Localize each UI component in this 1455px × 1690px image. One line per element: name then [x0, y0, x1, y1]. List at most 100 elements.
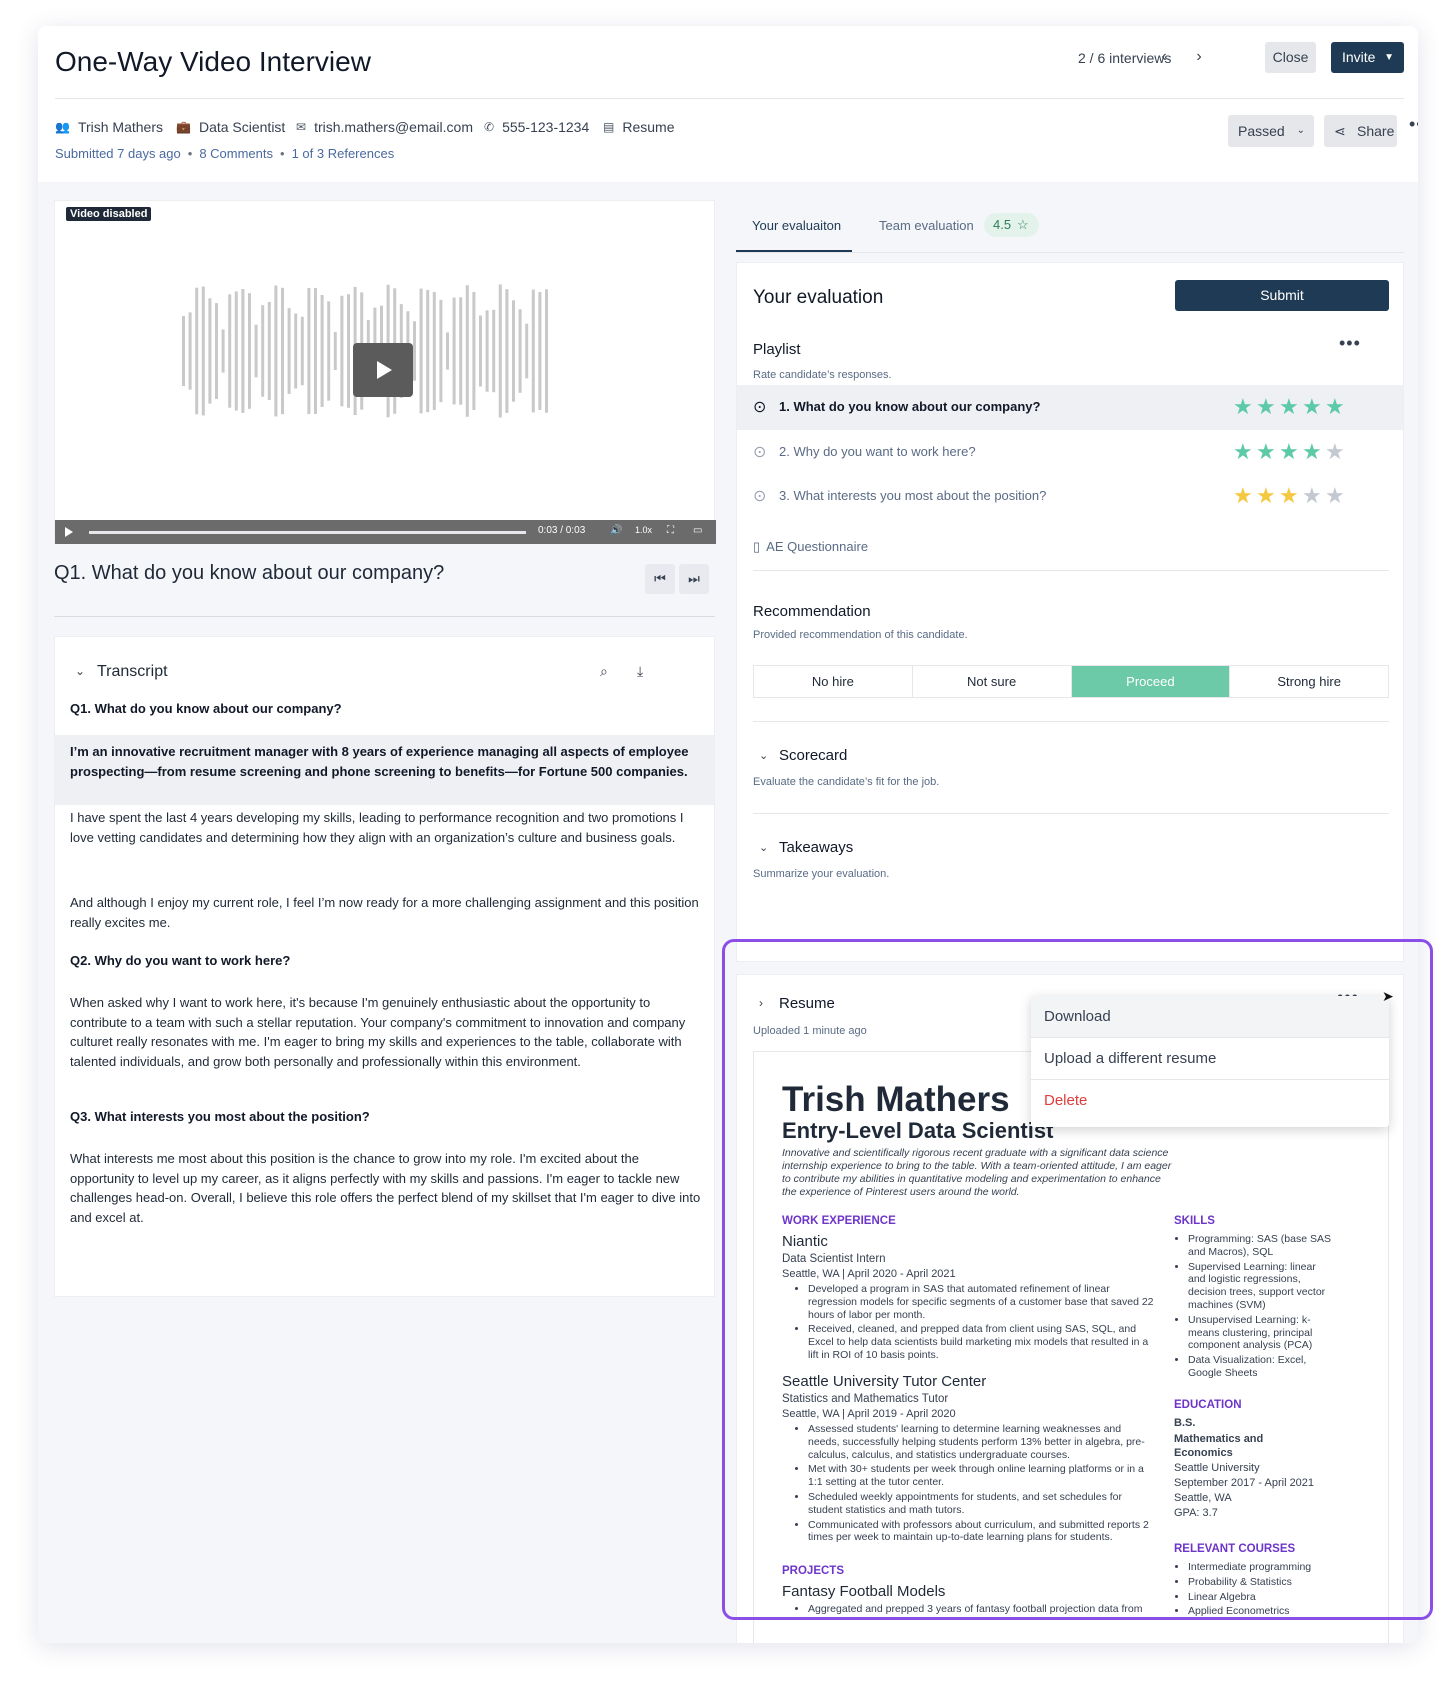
play-button[interactable] [353, 343, 413, 397]
submit-button[interactable]: Submit [1175, 280, 1389, 311]
tab-team-evaluation[interactable]: Team evaluation [879, 218, 974, 233]
video-controls: 0:03 / 0:03 🔊 1.0x ⛶ ▭ [55, 520, 716, 544]
waveform-bar [188, 312, 192, 390]
transcript-heading[interactable]: Transcript [97, 663, 168, 681]
star-icon[interactable]: ★ [1256, 483, 1279, 509]
waveform-bar [254, 324, 258, 378]
playlist-item[interactable]: ⊙ 3. What interests you most about the p… [737, 474, 1403, 519]
recommendation-option-not-sure[interactable]: Not sure [913, 666, 1072, 697]
star-icon[interactable]: ★ [1325, 483, 1348, 509]
transcript-question: Q3. What interests you most about the po… [70, 1109, 370, 1124]
close-button[interactable]: Close [1265, 42, 1316, 73]
takeaways-heading[interactable]: Takeaways [779, 839, 853, 856]
chevron-down-icon[interactable]: ⌄ [75, 664, 85, 678]
transcript-question: Q1. What do you know about our company? [70, 701, 342, 716]
ae-questionnaire-label: AE Questionnaire [766, 539, 869, 554]
prev-interview-button[interactable]: ‹ [1153, 46, 1175, 68]
download-icon[interactable]: ⤓ [637, 663, 643, 680]
fullscreen-icon[interactable]: ⛶ [667, 525, 674, 536]
captions-icon[interactable]: ▭ [693, 525, 702, 536]
playlist-item[interactable]: ⊙ 1. What do you know about our company?… [737, 385, 1403, 430]
candidate-phone[interactable]: ✆ 555-123-1234 [484, 119, 589, 135]
progress-bar[interactable] [89, 531, 526, 534]
star-icon[interactable]: ★ [1233, 483, 1256, 509]
recommendation-option-no-hire[interactable]: No hire [754, 666, 913, 697]
star-icon[interactable]: ★ [1302, 483, 1325, 509]
play-circle-icon: ⊙ [753, 399, 767, 416]
next-question-button[interactable]: ⏭ [679, 564, 709, 594]
more-options-icon[interactable]: ••• [1339, 333, 1361, 354]
transcript-paragraph[interactable]: When asked why I want to work here, it's… [70, 993, 705, 1071]
share-label: Share [1357, 123, 1395, 139]
transcript-question: Q2. Why do you want to work here? [70, 953, 291, 968]
invite-button[interactable]: Invite ▼ [1331, 42, 1404, 73]
star-icon[interactable]: ★ [1256, 394, 1279, 420]
candidate-name-text: Trish Mathers [77, 119, 164, 135]
briefcase-icon: 💼 [176, 120, 191, 134]
status-dropdown[interactable]: Passed ⌄ [1228, 115, 1314, 147]
more-options-icon[interactable]: ••• [1409, 114, 1418, 135]
star-icon: ☆ [1017, 217, 1029, 232]
waveform-bar [518, 309, 522, 393]
play-icon[interactable] [65, 527, 73, 537]
recommendation-option-proceed[interactable]: Proceed [1071, 666, 1231, 697]
star-rating[interactable]: ★ ★ ★ ★ ★ [1233, 439, 1348, 465]
highlight-box [722, 939, 1433, 1620]
star-icon[interactable]: ★ [1233, 439, 1256, 465]
volume-icon[interactable]: 🔊 [610, 525, 622, 536]
star-icon[interactable]: ★ [1279, 439, 1302, 465]
waveform-bar [307, 287, 311, 415]
evaluation-panel: Your evaluation Submit Playlist ••• Rate… [736, 262, 1404, 962]
video-player[interactable]: Video disabled 0:03 / 0:03 🔊 1.0x ⛶ ▭ [54, 200, 716, 544]
next-interview-button[interactable]: › [1188, 46, 1210, 68]
playlist-item-label: 3. What interests you most about the pos… [779, 488, 1047, 503]
tab-your-evaluation[interactable]: Your evaluaiton [752, 218, 841, 233]
waveform-bar [287, 308, 291, 394]
recommendation-option-strong-hire[interactable]: Strong hire [1230, 666, 1388, 697]
transcript-paragraph[interactable]: I have spent the last 4 years developing… [70, 808, 705, 847]
playlist-item-label: 1. What do you know about our company? [779, 399, 1041, 414]
transcript-paragraph[interactable]: I’m an innovative recruitment manager wi… [70, 742, 705, 781]
divider [753, 813, 1389, 814]
submission-info: Submitted 7 days ago • 8 Comments • 1 of 3 R… [55, 146, 395, 161]
speed-control[interactable]: 1.0x [635, 525, 652, 535]
scorecard-heading[interactable]: Scorecard [779, 747, 847, 764]
star-icon[interactable]: ★ [1325, 439, 1348, 465]
search-icon[interactable]: ⌕ [600, 663, 608, 680]
playlist-item[interactable]: ⊙ 2. Why do you want to work here? ★ ★ ★ ★ ★ [737, 430, 1403, 475]
transcript-paragraph[interactable]: What interests me most about this positi… [70, 1149, 705, 1227]
waveform-bar [492, 309, 496, 393]
document-icon: ▤ [603, 120, 615, 134]
resume-link[interactable]: ▤ Resume [603, 119, 674, 135]
mail-icon: ✉ [296, 120, 307, 134]
star-icon[interactable]: ★ [1233, 394, 1256, 420]
ae-questionnaire-link[interactable]: ▯ AE Questionnaire [753, 539, 868, 555]
candidate-email[interactable]: ✉ trish.mathers@email.com [296, 119, 473, 135]
team-score-value: 4.5 [993, 217, 1012, 232]
chevron-down-icon[interactable]: ⌄ [759, 841, 768, 854]
chevron-left-icon: ‹ [1161, 48, 1167, 65]
star-rating[interactable]: ★ ★ ★ ★ ★ [1233, 394, 1348, 420]
waveform-bar [472, 291, 476, 411]
star-icon[interactable]: ★ [1325, 394, 1348, 420]
star-icon[interactable]: ★ [1302, 394, 1325, 420]
star-icon[interactable]: ★ [1279, 394, 1302, 420]
star-icon[interactable]: ★ [1302, 439, 1325, 465]
transcript-paragraph[interactable]: And although I enjoy my current role, I … [70, 893, 705, 932]
chevron-down-icon[interactable]: ⌄ [759, 749, 768, 762]
scorecard-description: Evaluate the candidate’s fit for the job… [753, 776, 940, 788]
share-button[interactable]: ⋖ Share [1324, 115, 1397, 147]
candidate-role: 💼 Data Scientist [176, 119, 285, 135]
previous-question-button[interactable]: ⏮ [645, 564, 675, 594]
evaluation-title: Your evaluation [753, 287, 884, 308]
references-link[interactable]: 1 of 3 References [292, 146, 395, 161]
page-title: One-Way Video Interview [55, 46, 371, 77]
star-icon[interactable]: ★ [1256, 439, 1279, 465]
takeaways-description: Summarize your evaluation. [753, 868, 890, 880]
comments-link[interactable]: 8 Comments [199, 146, 273, 161]
star-icon[interactable]: ★ [1279, 483, 1302, 509]
waveform-bar [426, 289, 430, 413]
star-rating[interactable]: ★ ★ ★ ★ ★ [1233, 483, 1348, 509]
phone-icon: ✆ [484, 120, 495, 134]
submitted-text: Submitted 7 days ago [55, 146, 181, 161]
